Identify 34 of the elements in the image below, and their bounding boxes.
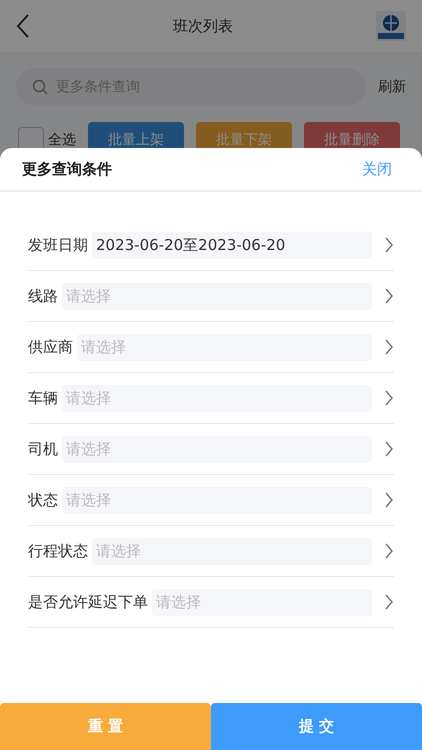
field-label: 车辆: [28, 388, 58, 409]
field-label: 司机: [28, 438, 58, 460]
field-label: 线路: [28, 286, 58, 307]
field-label: 发班日期: [28, 234, 88, 256]
select-field[interactable]: 请选择: [62, 282, 372, 310]
refresh-button[interactable]: 刷新: [378, 76, 406, 98]
select-field[interactable]: 请选择: [62, 486, 372, 514]
close-button[interactable]: 关闭: [362, 158, 392, 180]
chevron-right-icon: [384, 440, 394, 458]
submit-button[interactable]: 提 交: [211, 703, 422, 750]
field-label: 行程状态: [28, 540, 88, 562]
select-field[interactable]: 请选择: [62, 384, 372, 412]
chevron-right-icon: [384, 491, 394, 509]
select-field[interactable]: 请选择: [77, 334, 372, 360]
field-label: 供应商: [28, 336, 73, 358]
chevron-right-icon: [384, 542, 394, 560]
page-title: 班次列表: [173, 16, 233, 37]
back-icon[interactable]: [16, 13, 30, 39]
chevron-right-icon: [384, 236, 394, 254]
chevron-right-icon: [384, 338, 394, 356]
select-all-label: 全选: [48, 130, 76, 150]
select-field[interactable]: 请选择: [152, 588, 372, 616]
search-icon: [32, 79, 48, 95]
field-label: 是否允许延迟下单: [28, 592, 148, 613]
select-field[interactable]: 请选择: [92, 538, 372, 564]
chevron-right-icon: [384, 389, 394, 407]
sheet-title: 更多查询条件: [22, 158, 112, 180]
chevron-right-icon: [384, 287, 394, 305]
select-field[interactable]: 2023-06-20至2023-06-20: [92, 232, 372, 258]
reset-button[interactable]: 重 置: [0, 703, 211, 750]
select-field[interactable]: 请选择: [62, 436, 372, 462]
logo-icon: [376, 11, 406, 41]
field-label: 状态: [28, 490, 58, 511]
chevron-right-icon: [384, 593, 394, 611]
